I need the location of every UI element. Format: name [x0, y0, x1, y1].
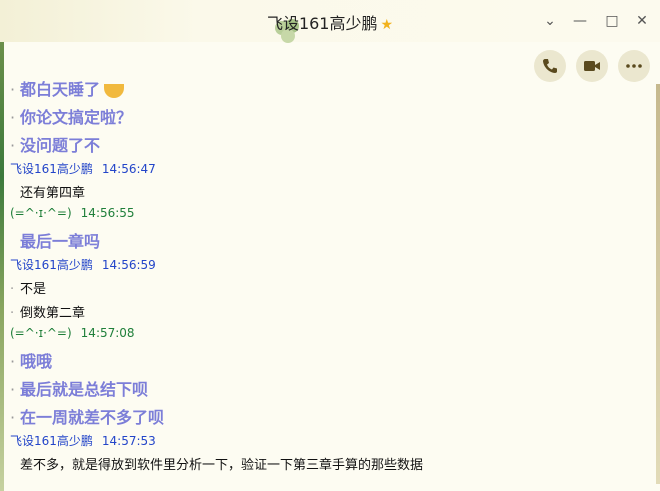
side-decoration [0, 42, 4, 491]
message-bubble: 还有第四章 [20, 186, 86, 201]
message-bubble: · 在一周就差不多了呗 [10, 408, 165, 427]
message-time: 14:57:53 [101, 434, 156, 448]
message-header: 飞设161高少鹏 14:57:53 [10, 432, 156, 449]
dropdown-button[interactable]: ⌄ [540, 11, 560, 31]
message-header: (=^·ɪ·^=) 14:56:55 [10, 206, 135, 220]
maximize-button[interactable]: □ [602, 11, 622, 31]
sender-name[interactable]: 飞设161高少鹏 [10, 162, 93, 176]
message-bubble: 最后一章吗 [20, 232, 101, 251]
message-time: 14:56:59 [101, 258, 156, 272]
message-bubble: · 没问题了不 [10, 136, 101, 155]
minimize-button[interactable]: — [570, 11, 590, 31]
window-title: 飞设161高少鹏 ★ [0, 10, 660, 34]
message-bubble: · 哦哦 [10, 352, 53, 371]
sender-name[interactable]: (=^·ɪ·^=) [10, 326, 72, 340]
message-header: (=^·ɪ·^=) 14:57:08 [10, 326, 135, 340]
laughing-emoji-icon [104, 83, 125, 98]
sender-name[interactable]: 飞设161高少鹏 [10, 434, 93, 448]
title-bar: 飞设161高少鹏 ★ ⌄ — □ ✕ [0, 0, 660, 43]
message-bubble: · 倒数第二章 [10, 306, 86, 321]
message-bubble: 差不多，就是得放到软件里分析一下，验证一下第三章手算的那些数据 [20, 458, 424, 473]
message-time: 14:56:47 [101, 162, 156, 176]
close-button[interactable]: ✕ [632, 11, 652, 31]
contact-name: 飞设161高少鹏 [266, 14, 378, 33]
message-header: 飞设161高少鹏 14:56:59 [10, 256, 156, 273]
message-bubble: · 都白天睡了 [10, 76, 125, 100]
message-time: 14:57:08 [80, 326, 135, 340]
sender-name[interactable]: 飞设161高少鹏 [10, 258, 93, 272]
sender-name[interactable]: (=^·ɪ·^=) [10, 206, 72, 220]
message-bubble: · 不是 [10, 282, 47, 297]
message-bubble: · 最后就是总结下呗 [10, 380, 149, 399]
message-time: 14:56:55 [80, 206, 135, 220]
scrollbar[interactable] [656, 84, 660, 484]
message-bubble: · 你论文搞定啦？ [10, 108, 133, 127]
star-icon: ★ [380, 17, 394, 33]
chat-history[interactable]: · 都白天睡了 · 你论文搞定啦？ · 没问题了不 飞设161高少鹏 14:56:47 … [10, 72, 650, 491]
message-header: 飞设161高少鹏 14:56:47 [10, 160, 156, 177]
